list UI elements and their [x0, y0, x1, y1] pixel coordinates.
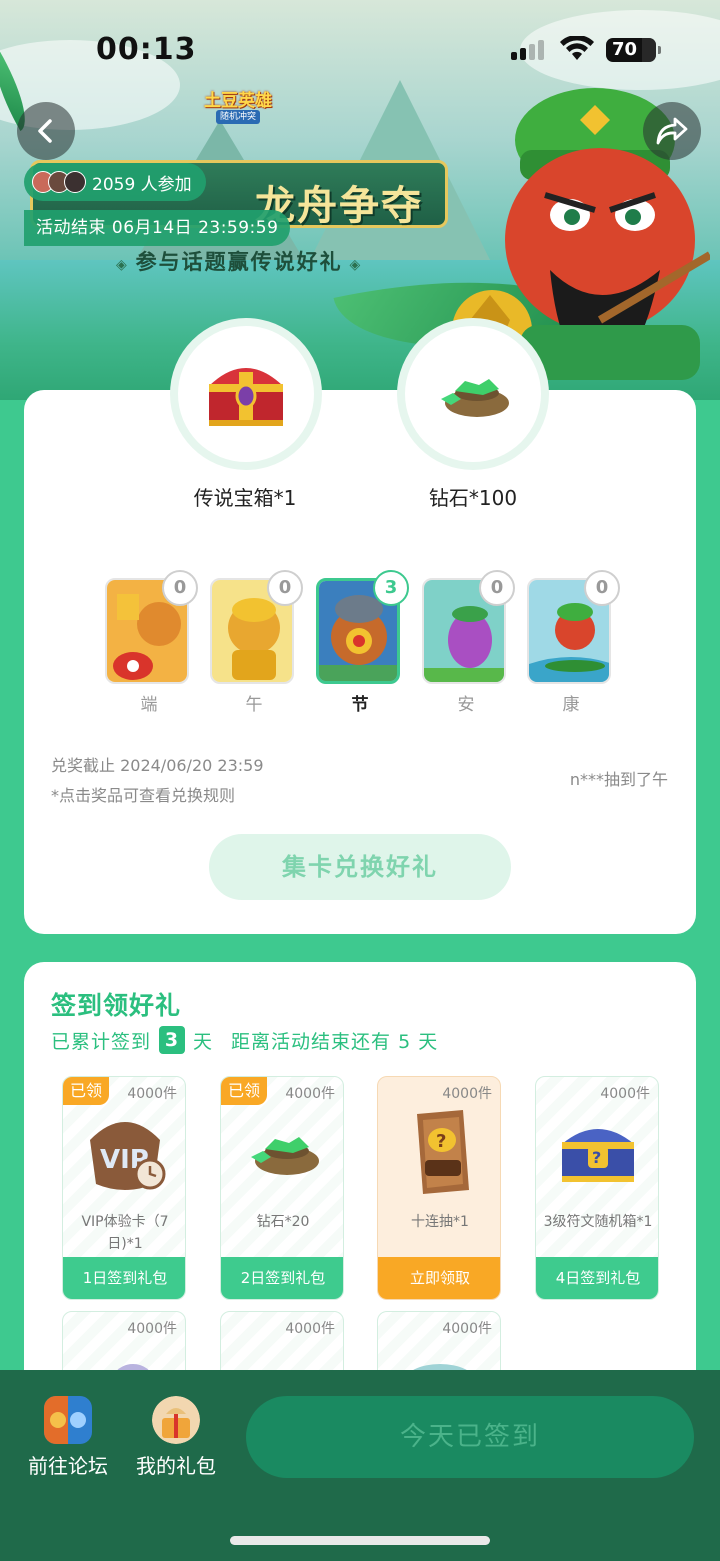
my-gifts-link[interactable]: 我的礼包 [126, 1396, 226, 1479]
svg-text:?: ? [592, 1148, 601, 1167]
reward-button[interactable]: 2日签到礼包 [221, 1257, 343, 1299]
reward-tile-day1[interactable]: 4000件 已领 VIP VIP体验卡（7日)*1 1日签到礼包 [62, 1076, 186, 1300]
avatar [64, 171, 86, 193]
prize-label: 钻石*100 [428, 486, 518, 510]
treasure-chest-icon [209, 368, 283, 426]
status-bar: 00:13 70 [0, 28, 720, 72]
reward-tile-day3[interactable]: 4000件 ? 十连抽*1 立即领取 [377, 1076, 501, 1300]
share-button[interactable] [643, 102, 701, 160]
diamond-ornament-icon: ◈ [342, 257, 363, 273]
reward-stock: 4000件 [442, 1086, 492, 1102]
rune-chest-icon: ? [562, 1129, 634, 1182]
chevron-left-icon [38, 119, 52, 143]
forum-label: 前往论坛 [28, 1454, 108, 1478]
reward-stock: 4000件 [285, 1321, 335, 1337]
card-count-badge: 0 [584, 570, 620, 606]
redeem-cards-button[interactable]: 集卡兑换好礼 [209, 834, 511, 900]
forum-link[interactable]: 前往论坛 [18, 1396, 118, 1479]
reward-name: 十连抽*1 [411, 1214, 469, 1230]
ten-draw-ticket-icon: ? [417, 1110, 469, 1194]
reward-name: 3级符文随机箱*1 [543, 1214, 653, 1230]
bottom-action-bar: 前往论坛 我的礼包 今天已签到 [0, 1370, 720, 1561]
cellular-signal-icon [511, 40, 544, 60]
card-label: 康 [562, 695, 580, 715]
signin-day-count: 3 [159, 1026, 186, 1054]
signin-status: 已累计签到 3 天 距离活动结束还有 5 天 [51, 1026, 438, 1054]
game-logo-title: 土豆英雄 [204, 91, 272, 111]
svg-text:?: ? [436, 1131, 446, 1152]
reward-button[interactable]: 1日签到礼包 [63, 1257, 185, 1299]
gifts-label: 我的礼包 [136, 1454, 216, 1478]
signed-today-button[interactable]: 今天已签到 [246, 1396, 694, 1478]
battery-indicator: 70 [606, 38, 661, 62]
signin-status-unit: 天 [193, 1030, 214, 1053]
reward-stock: 4000件 [127, 1086, 177, 1102]
game-logo-subtitle: 随机冲突 [216, 110, 260, 124]
claimed-badge: 已领 [63, 1077, 109, 1105]
card-count-badge: 0 [162, 570, 198, 606]
card-count-badge: 0 [267, 570, 303, 606]
share-icon [656, 117, 688, 145]
event-end-time: 活动结束 06月14日 23:59:59 [24, 210, 291, 246]
game-logo: 土豆英雄 随机冲突 [202, 80, 274, 136]
prize-diamonds[interactable] [397, 318, 549, 470]
gift-icon [152, 1396, 200, 1444]
card-count-badge: 0 [479, 570, 515, 606]
participants-pill: 2059 人参加 [24, 163, 206, 201]
reward-tile-day2[interactable]: 4000件 已领 钻石*20 2日签到礼包 [220, 1076, 344, 1300]
card-label: 端 [140, 695, 158, 715]
reward-stock: 4000件 [127, 1321, 177, 1337]
signin-title: 签到领好礼 [51, 991, 182, 1020]
prize-label: 传说宝箱*1 [193, 486, 297, 510]
back-button[interactable] [17, 102, 75, 160]
diamond-bag-icon [251, 1137, 319, 1175]
participant-avatars [32, 171, 86, 193]
home-indicator [230, 1536, 490, 1545]
event-subtitle-text: 参与话题赢传说好礼 [135, 249, 343, 274]
reward-stock: 4000件 [285, 1086, 335, 1102]
card-label: 安 [457, 695, 475, 715]
days-remaining: 距离活动结束还有 5 天 [231, 1030, 439, 1053]
claimed-badge: 已领 [221, 1077, 267, 1105]
redeem-deadline: 兑奖截止 2024/06/20 23:59 [51, 756, 264, 775]
diamond-bag-icon [441, 379, 509, 417]
draw-ticker: n***抽到了午 [569, 770, 668, 789]
reward-tile-day4[interactable]: 4000件 ? 3级符文随机箱*1 4日签到礼包 [535, 1076, 659, 1300]
hero-banner: 00:13 70 土豆英雄 随机冲突 龙舟争夺 ◈ 参与话题赢传说好礼 ◈ 20… [0, 0, 720, 400]
signin-status-prefix: 已累计签到 [51, 1030, 152, 1053]
battery-level: 70 [612, 39, 638, 60]
card-label: 节 [351, 695, 369, 715]
vip-card-icon: VIP [90, 1122, 166, 1190]
diamond-ornament-icon: ◈ [116, 257, 136, 273]
participant-count: 2059 人参加 [92, 174, 192, 195]
forum-icon [44, 1396, 92, 1444]
clock: 00:13 [96, 32, 197, 67]
reward-name: 钻石*20 [256, 1214, 310, 1230]
wifi-icon [560, 36, 594, 60]
card-label: 午 [245, 695, 263, 715]
reward-stock: 4000件 [600, 1086, 650, 1102]
event-subtitle: ◈ 参与话题赢传说好礼 ◈ [116, 246, 362, 276]
reward-button[interactable]: 4日签到礼包 [536, 1257, 658, 1299]
card-count-badge: 3 [373, 570, 409, 606]
redeem-rules-note: *点击奖品可查看兑换规则 [51, 786, 236, 805]
reward-stock: 4000件 [442, 1321, 492, 1337]
prize-legend-chest[interactable] [170, 318, 322, 470]
claim-now-button[interactable]: 立即领取 [378, 1257, 500, 1299]
reward-name: VIP体验卡（7日)*1 [81, 1214, 169, 1252]
